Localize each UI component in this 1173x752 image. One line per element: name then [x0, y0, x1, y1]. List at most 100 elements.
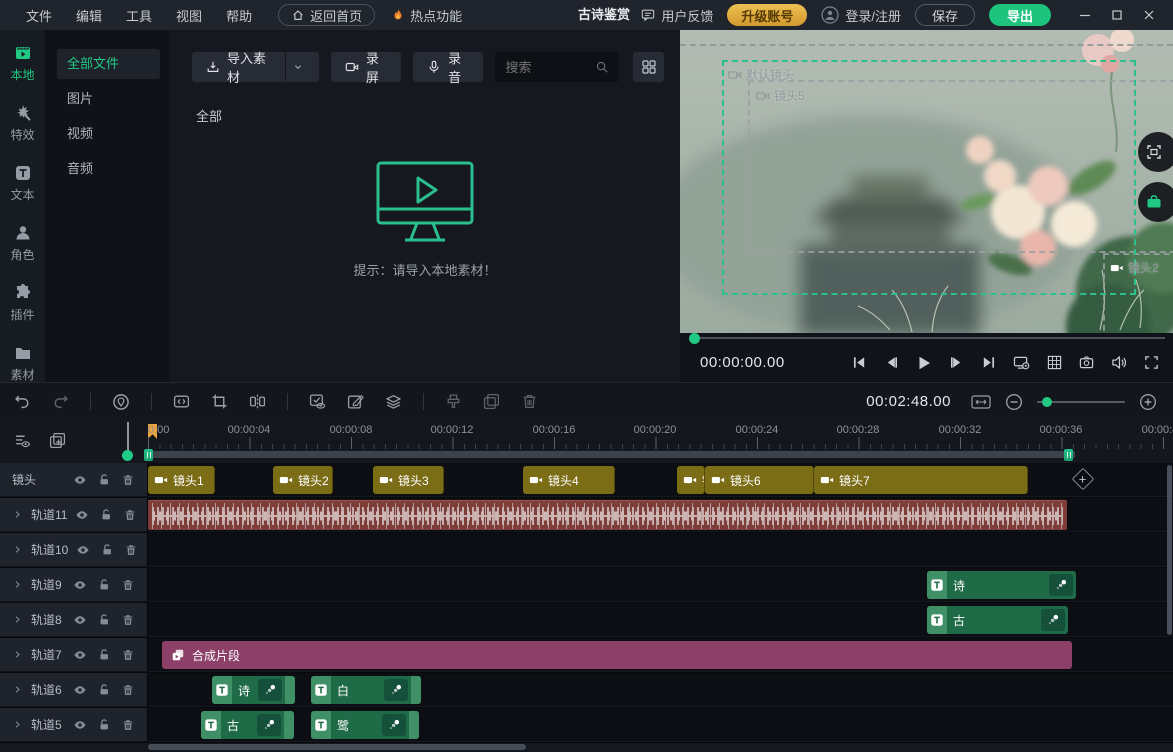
timeline-ruler[interactable]: 0:00 00:00:04 00:00:08 00:00:12 00:00:16… [0, 420, 1173, 463]
volume-button[interactable] [1111, 355, 1127, 370]
text-clip[interactable]: 诗 [927, 571, 1076, 599]
sidebar-item-effects[interactable]: 特效 [0, 104, 45, 143]
fullscreen-button[interactable] [1144, 355, 1159, 370]
close-button[interactable] [1135, 2, 1163, 28]
library-nav-videos[interactable]: 视频 [57, 119, 160, 149]
camera-clip[interactable]: 镜头1 [148, 466, 215, 494]
edit-properties-button[interactable] [347, 393, 364, 410]
crop-button[interactable] [211, 393, 228, 410]
track-visibility-toggle[interactable] [75, 508, 89, 522]
track-visibility-toggle[interactable] [73, 578, 87, 592]
play-button[interactable] [916, 355, 932, 371]
prev-frame-button[interactable] [884, 355, 899, 370]
camera-clip[interactable]: 镜头5 [677, 466, 705, 494]
menu-tools[interactable]: 工具 [114, 6, 164, 25]
horizontal-scrollbar-track[interactable] [0, 743, 1173, 752]
sidebar-item-local[interactable]: 本地 [0, 44, 45, 83]
track-visibility-toggle[interactable] [73, 473, 87, 487]
camera-clip[interactable]: 镜头4 [523, 466, 615, 494]
delete-button[interactable] [521, 393, 538, 410]
display-settings-button[interactable] [1013, 355, 1030, 370]
track-expand-chevron[interactable] [12, 719, 23, 730]
timeline-zoom-slider[interactable] [1037, 396, 1125, 408]
save-button[interactable]: 保存 [915, 4, 975, 26]
track-lock-toggle[interactable] [97, 578, 111, 592]
work-area-bar[interactable] [148, 451, 1075, 458]
next-frame-button[interactable] [949, 355, 964, 370]
track-manager-icon[interactable] [14, 432, 31, 449]
track-visibility-toggle[interactable] [73, 613, 87, 627]
sidebar-item-plugins[interactable]: 插件 [0, 284, 45, 323]
track-delete-button[interactable] [121, 613, 135, 627]
zoom-in-button[interactable] [1139, 393, 1157, 411]
track-delete-button[interactable] [121, 683, 135, 697]
sidebar-item-assets[interactable]: 素材 [0, 344, 45, 383]
snapshot-button[interactable] [1079, 355, 1094, 370]
undo-button[interactable] [14, 393, 31, 410]
track-expand-chevron[interactable] [12, 649, 23, 660]
menu-help[interactable]: 帮助 [214, 6, 264, 25]
grid-view-button[interactable] [633, 52, 664, 82]
track-delete-button[interactable] [121, 718, 135, 732]
mark-range-button[interactable] [173, 393, 190, 410]
upgrade-account-button[interactable]: 升级账号 [727, 4, 807, 26]
search-icon[interactable] [595, 60, 609, 74]
chevron-down-icon[interactable] [291, 60, 305, 74]
fit-timeline-button[interactable] [971, 394, 991, 410]
feedback-button[interactable]: 用户反馈 [641, 6, 713, 25]
camera-clip[interactable]: 镜头2 [273, 466, 333, 494]
camera-clip[interactable]: 镜头7 [814, 466, 1028, 494]
menu-view[interactable]: 视图 [164, 6, 214, 25]
add-shot-button[interactable]: + [1072, 468, 1095, 491]
track-lock-toggle[interactable] [97, 613, 111, 627]
track-delete-button[interactable] [121, 473, 135, 487]
sidebar-item-text[interactable]: 文本 [0, 164, 45, 203]
work-area-start-marker[interactable] [144, 449, 153, 461]
split-button[interactable] [249, 393, 266, 410]
vertical-scrollbar[interactable] [1167, 465, 1172, 635]
import-media-button[interactable]: 导入素材 [192, 52, 319, 82]
preview-progress-bar[interactable] [680, 333, 1173, 343]
text-clip[interactable]: 白 [311, 676, 421, 704]
style-brush-button[interactable] [445, 393, 462, 410]
filter-all-label[interactable]: 全部 [196, 106, 222, 125]
library-nav-all-files[interactable]: 全部文件 [57, 49, 160, 79]
compound-clip[interactable]: 合成片段 [162, 641, 1072, 669]
track-visibility-toggle[interactable] [73, 718, 87, 732]
track-delete-button[interactable] [121, 648, 135, 662]
text-clip[interactable]: 古 [927, 606, 1068, 634]
menu-file[interactable]: 文件 [14, 6, 64, 25]
track-expand-chevron[interactable] [12, 579, 23, 590]
asset-pack-button[interactable] [1138, 182, 1173, 222]
render-preview-button[interactable] [309, 393, 326, 410]
export-button[interactable]: 导出 [989, 4, 1051, 26]
login-button[interactable]: 登录/注册 [821, 6, 901, 25]
minimize-button[interactable] [1071, 2, 1099, 28]
track-expand-chevron[interactable] [12, 684, 23, 695]
track-delete-button[interactable] [124, 543, 138, 557]
text-clip[interactable]: 诗 [212, 676, 295, 704]
track-visibility-toggle[interactable] [76, 543, 90, 557]
work-area-end-marker[interactable] [1064, 449, 1073, 461]
zoom-slider-handle[interactable] [1042, 397, 1052, 407]
playhead-handle[interactable] [122, 450, 133, 461]
text-clip[interactable]: 古 [201, 711, 294, 739]
audio-clip[interactable] [148, 500, 1067, 530]
hot-features-button[interactable]: 热点功能 [391, 6, 462, 25]
track-delete-button[interactable] [121, 578, 135, 592]
zoom-out-button[interactable] [1005, 393, 1023, 411]
track-expand-chevron[interactable] [12, 544, 23, 555]
track-lock-toggle[interactable] [97, 648, 111, 662]
track-expand-chevron[interactable] [12, 509, 23, 520]
camera-clip[interactable]: 镜头6 [705, 466, 814, 494]
track-expand-chevron[interactable] [12, 614, 23, 625]
library-nav-images[interactable]: 图片 [57, 84, 160, 114]
search-box[interactable] [495, 52, 619, 82]
library-nav-audio[interactable]: 音频 [57, 154, 160, 184]
add-track-icon[interactable] [49, 432, 66, 449]
layers-button[interactable] [385, 393, 402, 410]
search-input[interactable] [505, 60, 595, 75]
fit-screen-button[interactable] [1138, 132, 1173, 172]
copy-button[interactable] [483, 393, 500, 410]
menu-edit[interactable]: 编辑 [64, 6, 114, 25]
